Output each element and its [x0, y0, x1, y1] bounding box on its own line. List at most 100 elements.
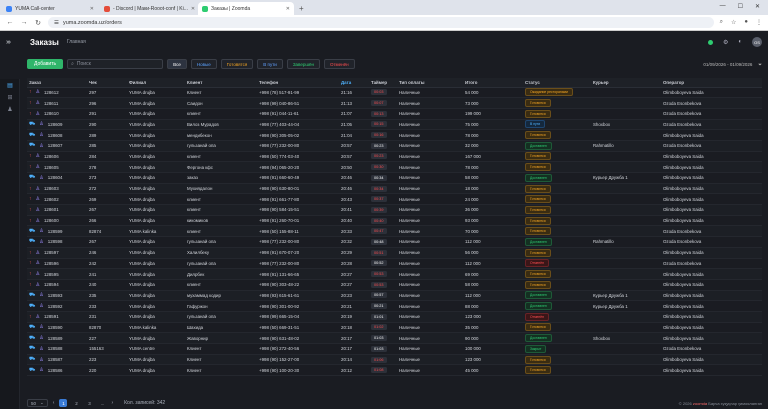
status-badge[interactable]: Готовится	[525, 99, 551, 108]
status-badge[interactable]: Готовится	[525, 280, 551, 289]
status-badge[interactable]: Готовится	[525, 216, 551, 225]
table-row[interactable]: ↑ ♙ 128601 267 YUMA drujba клиент +998 (90) 58…	[27, 204, 762, 216]
table-row[interactable]: ↑ ♙ 128612 297 YUMA drujba Клиент +998 (78) 51…	[27, 87, 762, 99]
theme-toggle-icon[interactable]: ◐	[738, 39, 742, 45]
browser-tab[interactable]: - Discord | Маки-Rooot-conf | Ki... ✕	[100, 2, 196, 15]
table-row[interactable]: ⛟ ♙ 128608 289 YUMA drujba мендибекон +998 (90…	[27, 129, 762, 141]
cell-order[interactable]: ⛟ ♙ 128588	[27, 343, 87, 355]
cell-order[interactable]: ⛟ ♙ 128599	[27, 225, 87, 238]
cell-order[interactable]: ⛟ ♙ 128607	[27, 140, 87, 152]
status-badge[interactable]: Готовится	[525, 184, 551, 193]
bookmark-star-icon[interactable]: ☆	[731, 19, 736, 26]
status-badge[interactable]: Готовится	[525, 227, 551, 236]
col-payment[interactable]: Тип оплаты	[397, 78, 463, 88]
table-row[interactable]: ⛟ ♙ 128609 290 YUMA drujba Вилоз Мурадов +998 …	[27, 119, 762, 131]
col-operator[interactable]: Оператор	[661, 78, 762, 88]
browser-tab[interactable]: YUMA Call-center ✕	[2, 2, 98, 15]
status-badge[interactable]: Доставлен	[525, 141, 552, 150]
status-badge[interactable]: Закрыт	[525, 344, 547, 353]
breadcrumb[interactable]: Главная	[67, 39, 86, 45]
table-row[interactable]: ⛟ ♙ 128586 220 YUMA drujba Клиент +998 (90) 10…	[27, 364, 762, 377]
forward-icon[interactable]: →	[20, 19, 28, 26]
maximize-icon[interactable]: ☐	[738, 3, 743, 10]
cell-order[interactable]: ↑ ♙ 128597	[27, 247, 87, 259]
status-badge[interactable]: Готовится	[525, 355, 551, 364]
brand-link[interactable]: zoomda	[693, 401, 707, 406]
translate-icon[interactable]: ⌕	[720, 19, 723, 26]
cell-order[interactable]: ↑ ♙ 128600	[27, 215, 87, 227]
cell-order[interactable]: ↑ ♙ 128610	[27, 108, 87, 120]
cell-order[interactable]: ↑ ♙ 128603	[27, 183, 87, 195]
next-page-icon[interactable]: ›	[111, 400, 113, 406]
filter-all[interactable]: Все	[167, 59, 187, 69]
table-row[interactable]: ↑ ♙ 128610 291 YUMA drujba клиент +998 (91) 04…	[27, 108, 762, 120]
minimize-icon[interactable]: —	[720, 3, 726, 10]
cell-order[interactable]: ↑ ♙ 128595	[27, 268, 87, 280]
date-range-filter[interactable]: 01/09/2026 - 01/09/2026 ⏷	[703, 62, 762, 67]
users-icon[interactable]: ♟	[0, 103, 20, 115]
filter-new[interactable]: Новые	[190, 59, 217, 69]
status-badge[interactable]: Готовится	[525, 270, 551, 279]
status-badge[interactable]: Готовится	[525, 195, 551, 204]
status-badge[interactable]: Готовится	[525, 205, 551, 214]
cell-order[interactable]: ⛟ ♙ 128608	[27, 129, 87, 141]
filter-on-way[interactable]: В пути	[257, 59, 283, 69]
menu-icon[interactable]: ⋮	[756, 19, 762, 26]
logo-icon[interactable]: ›››	[6, 39, 28, 46]
close-icon[interactable]: ✕	[191, 6, 195, 12]
status-badge[interactable]: В пути	[525, 120, 546, 129]
status-badge[interactable]: Отменён	[525, 259, 550, 268]
table-row[interactable]: ⛟ ♙ 128598 267 YUMA drujba гульзанай опа +998 …	[27, 236, 762, 248]
close-icon[interactable]: ✕	[286, 6, 290, 12]
cell-order[interactable]: ⛟ ♙ 128609	[27, 119, 87, 131]
col-total[interactable]: Итого	[463, 78, 523, 88]
col-check[interactable]: Чек	[87, 78, 127, 88]
status-badge[interactable]: Ожидание ресторанами	[525, 88, 573, 97]
status-badge[interactable]: Доставлен	[525, 302, 552, 311]
table-row[interactable]: ↑ ♙ 128606 284 YUMA drujba клиент +998 (50) 77…	[27, 151, 762, 163]
url-input[interactable]: ☰ yuma.zoomda.uz/orders	[48, 17, 714, 28]
per-page-select[interactable]: 50 ⌄	[27, 399, 48, 407]
page-1[interactable]: 1	[59, 399, 68, 407]
table-row[interactable]: ↑ ♙ 128595 241 YUMA drujba Дилрбек +998 (91) 1…	[27, 268, 762, 280]
back-icon[interactable]: ←	[6, 19, 14, 26]
status-badge[interactable]: Доставлен	[525, 173, 552, 182]
status-badge[interactable]: Готовится	[525, 109, 551, 118]
cell-order[interactable]: ↑ ♙ 128605	[27, 161, 87, 173]
table-row[interactable]: ⛟ ♙ 128593 235 YUMA drujba мухаммад кодир +998…	[27, 290, 762, 302]
col-courier[interactable]: Курьер	[591, 78, 661, 88]
table-row[interactable]: ⛟ ♙ 128588 155163 YUMA centre Клиент +998 (90)…	[27, 343, 762, 355]
status-badge[interactable]: Доставлен	[525, 291, 552, 300]
cell-order[interactable]: ⛟ ♙ 128593	[27, 290, 87, 302]
table-row[interactable]: ⛟ ♙ 128592 233 YUMA drujba Гафуржон +998 (90) …	[27, 300, 762, 312]
table-row[interactable]: ⛟ ♙ 128590 82870 YUMA kalinka Шахида +998 (50)…	[27, 322, 762, 334]
cell-order[interactable]: ↑ ♙ 128612	[27, 87, 87, 99]
close-window-icon[interactable]: ✕	[755, 3, 760, 10]
table-row[interactable]: ↑ ♙ 128603 272 YUMA drujba Мухиядалон +998 (90…	[27, 183, 762, 195]
search-input[interactable]: ⌕ Поиск	[67, 59, 164, 69]
add-order-button[interactable]: Добавить	[27, 59, 64, 69]
status-badge[interactable]: Отменён	[525, 312, 550, 321]
status-badge[interactable]: Готовится	[525, 248, 551, 257]
status-badge[interactable]: Готовится	[525, 366, 551, 375]
profile-icon[interactable]: ●	[744, 19, 748, 26]
status-badge[interactable]: Доставлен	[525, 334, 552, 343]
table-row[interactable]: ⛟ ♙ 128587 223 YUMA drujba Клиент +998 (90) 15…	[27, 354, 762, 366]
close-icon[interactable]: ✕	[90, 6, 94, 12]
cell-order[interactable]: ⛟ ♙ 128587	[27, 354, 87, 366]
table-row[interactable]: ↑ ♙ 128596 242 YUMA drujba гульзанай опа +998 …	[27, 258, 762, 270]
col-branch[interactable]: Филиал	[127, 78, 185, 88]
page-2[interactable]: 2	[72, 399, 80, 407]
table-row[interactable]: ↑ ♙ 128605 278 YUMA drujba Фергона кфс +998 (9…	[27, 161, 762, 173]
table-row[interactable]: ↑ ♙ 128602 269 YUMA drujba клиент +998 (91) 66…	[27, 193, 762, 206]
status-badge[interactable]: Доставлен	[525, 237, 552, 246]
table-row[interactable]: ⛟ ♙ 128607 285 YUMA drujba гульзанай опа +998 …	[27, 140, 762, 152]
table-row[interactable]: ⛟ ♙ 128589 227 YUMA drujba Жаворнир +998 (90) …	[27, 332, 762, 344]
filter-icon[interactable]: ⏷	[758, 62, 762, 67]
new-tab-icon[interactable]: +	[299, 2, 304, 15]
table-row[interactable]: ⛟ ♙ 128604 273 YUMA drujba заказ +998 (91) 660…	[27, 172, 762, 184]
cell-order[interactable]: ⛟ ♙ 128589	[27, 332, 87, 344]
cell-order[interactable]: ⛟ ♙ 128604	[27, 172, 87, 184]
cart-icon[interactable]: ⊞	[0, 91, 20, 103]
table-row[interactable]: ↑ ♙ 128597 246 YUMA drujba Халилбеку +998 (91)…	[27, 247, 762, 259]
